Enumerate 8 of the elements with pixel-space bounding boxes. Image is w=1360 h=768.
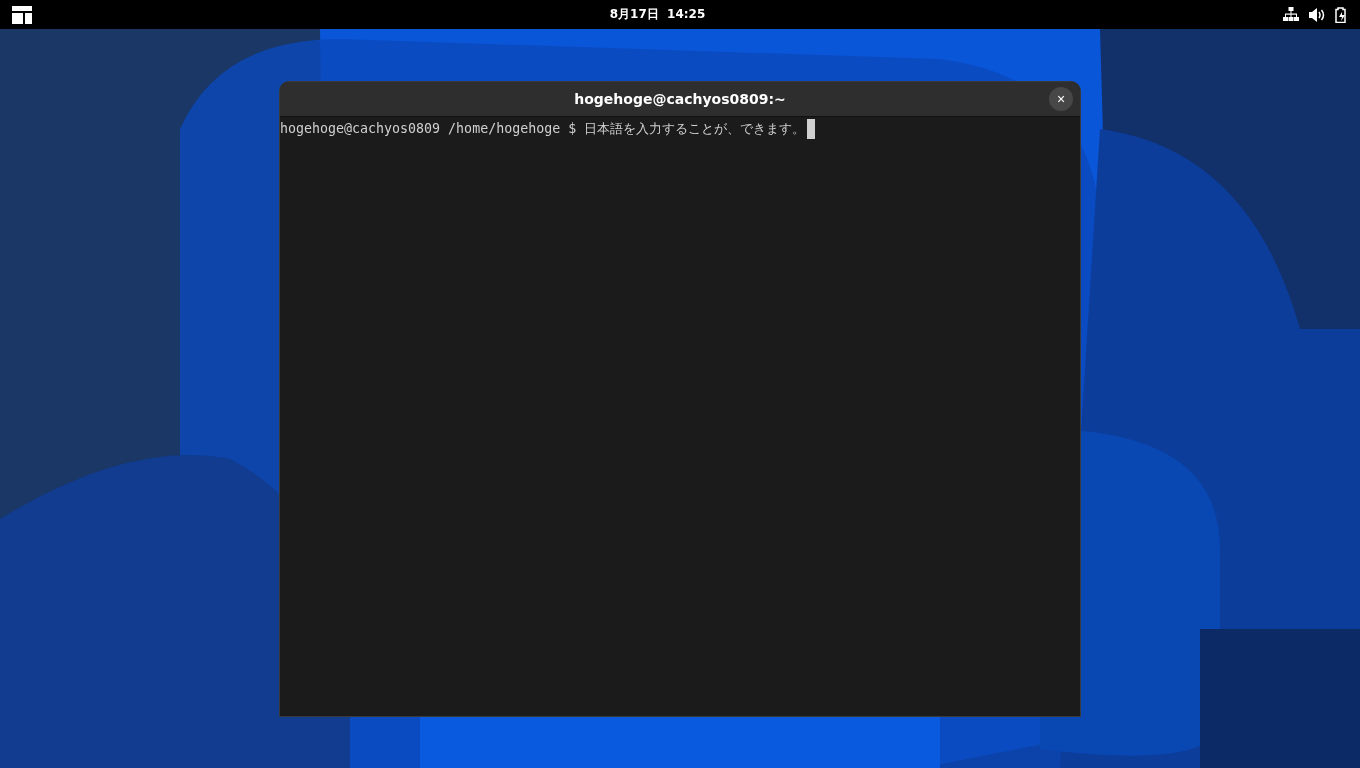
layout-icon[interactable]: [12, 5, 32, 24]
network-icon[interactable]: [1283, 7, 1299, 22]
volume-icon[interactable]: [1309, 7, 1325, 22]
battery-icon[interactable]: [1335, 6, 1348, 23]
window-title: hogehoge@cachyos0809:~: [574, 91, 786, 107]
clock[interactable]: 8月17日 14:25: [609, 6, 706, 23]
terminal-line: hogehoge@cachyos0809 /home/hogehoge $ 日本語を入力することが、できます。: [280, 120, 806, 138]
close-button[interactable]: ×: [1049, 87, 1073, 111]
